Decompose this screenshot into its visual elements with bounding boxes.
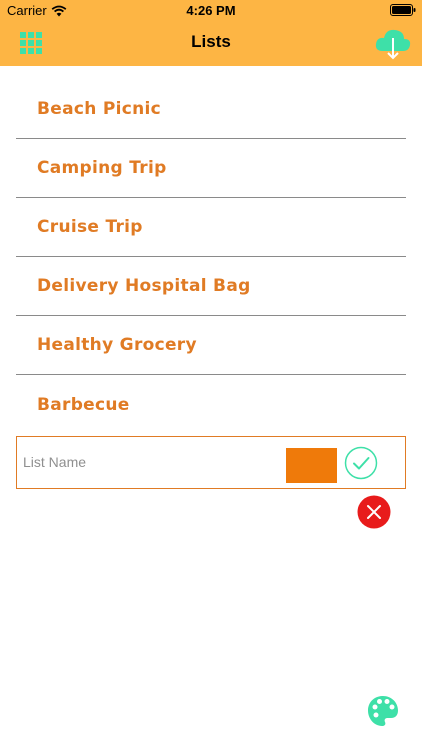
list-item[interactable]: Delivery Hospital Bag: [16, 257, 406, 316]
list-item-label: Barbecue: [37, 394, 130, 415]
list-item[interactable]: Camping Trip: [16, 139, 406, 198]
list-item[interactable]: Cruise Trip: [16, 198, 406, 257]
battery-icon: [390, 4, 416, 16]
list-item-label: Cruise Trip: [37, 217, 143, 237]
list-item-label: Healthy Grocery: [37, 335, 197, 355]
status-time: 4:26 PM: [186, 3, 236, 18]
close-icon[interactable]: [357, 495, 391, 529]
color-swatch-button[interactable]: [286, 448, 337, 483]
lists-table: Beach Picnic Camping Trip Cruise Trip De…: [16, 80, 406, 434]
status-bar: Carrier 4:26 PM: [0, 0, 422, 22]
list-item-label: Beach Picnic: [37, 99, 162, 119]
list-item-label: Delivery Hospital Bag: [37, 276, 251, 296]
page-title: Lists: [191, 32, 231, 51]
palette-icon[interactable]: [366, 694, 400, 728]
list-item[interactable]: Healthy Grocery: [16, 316, 406, 375]
list-item[interactable]: Beach Picnic: [16, 80, 406, 139]
list-item[interactable]: Barbecue: [16, 375, 406, 434]
list-item-label: Camping Trip: [37, 158, 167, 178]
new-list-form: [16, 436, 406, 489]
cloud-download-icon[interactable]: [374, 24, 412, 62]
list-name-input[interactable]: [23, 447, 273, 477]
checkmark-icon[interactable]: [344, 446, 378, 480]
navigation-header: Carrier 4:26 PM Lists: [0, 0, 422, 66]
